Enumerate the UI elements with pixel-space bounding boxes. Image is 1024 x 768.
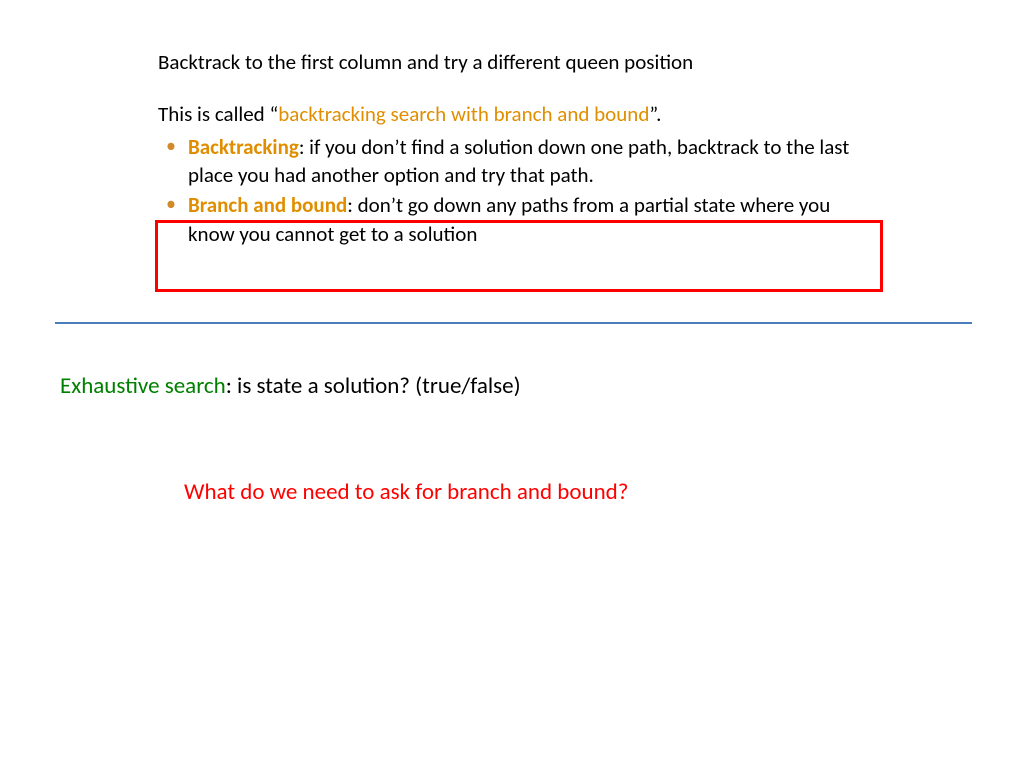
bullet-term: Branch and bound	[188, 192, 347, 218]
top-text-block: Backtrack to the first column and try a …	[158, 48, 878, 248]
exhaustive-search-line: Exhaustive search: is state a solution? …	[60, 372, 521, 400]
exhaustive-term: Exhaustive search	[60, 372, 226, 400]
slide: Backtrack to the first column and try a …	[0, 0, 1024, 768]
question-text: What do we need to ask for branch and bo…	[184, 478, 628, 506]
highlight-box	[155, 220, 883, 292]
intro-post: ”.	[649, 101, 661, 127]
intro-line: This is called “backtracking search with…	[158, 100, 878, 128]
bullet-term: Backtracking	[188, 134, 299, 160]
backtrack-instruction: Backtrack to the first column and try a …	[158, 48, 878, 76]
bullet-backtracking: Backtracking: if you don’t find a soluti…	[158, 133, 878, 190]
intro-pre: This is called “	[158, 101, 278, 127]
intro-highlight: backtracking search with branch and boun…	[278, 101, 649, 127]
divider	[55, 322, 972, 324]
exhaustive-rest: : is state a solution? (true/false)	[226, 372, 521, 400]
